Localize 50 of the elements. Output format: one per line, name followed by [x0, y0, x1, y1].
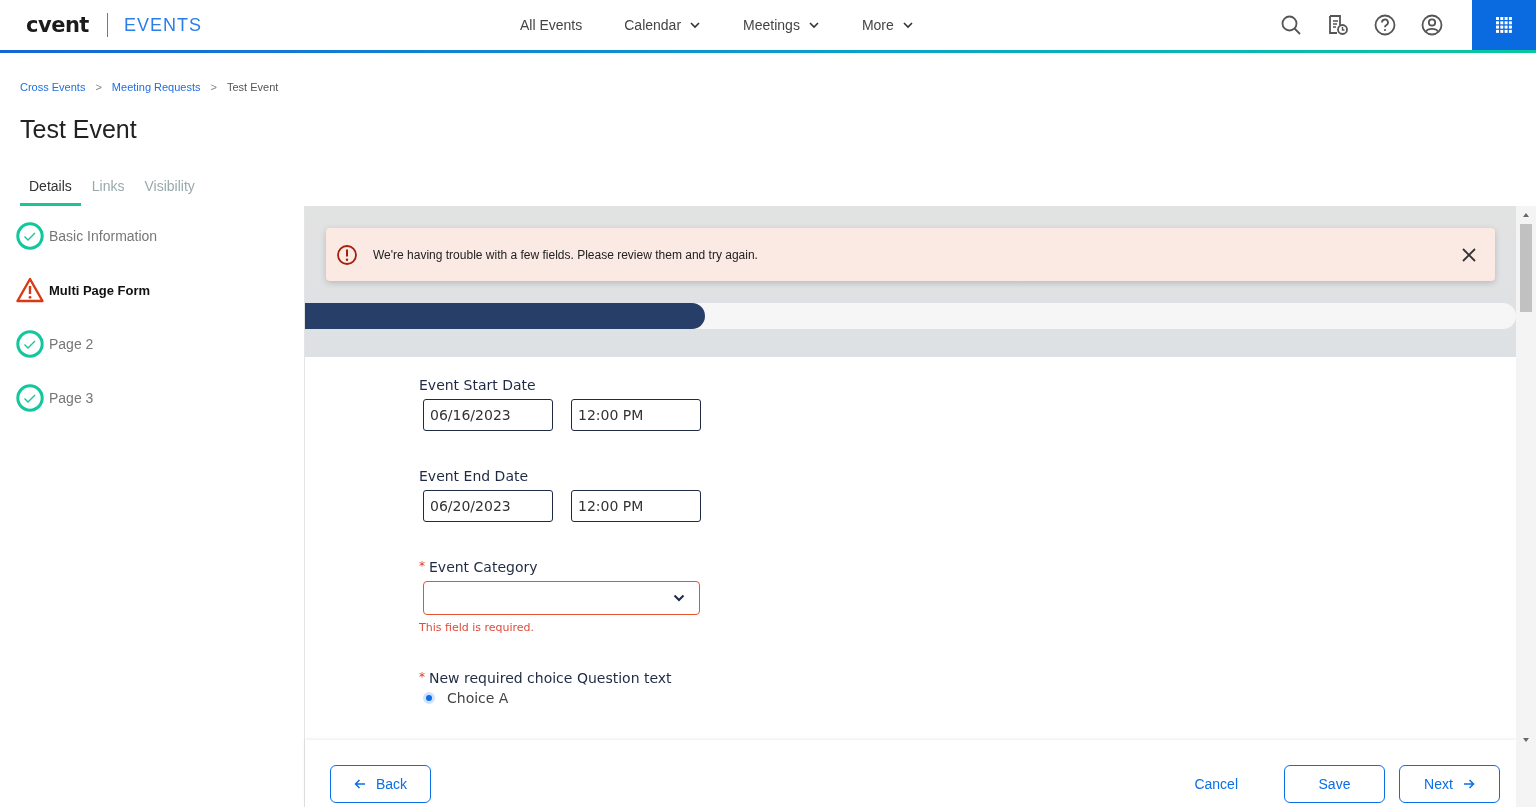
step-link[interactable]: Page 2 [49, 336, 94, 352]
time-input[interactable]: 12:00 PM [571, 399, 701, 431]
cancel-button[interactable]: Cancel [1188, 774, 1244, 793]
tab[interactable]: Details [20, 174, 81, 206]
breadcrumb-separator: > [95, 81, 102, 93]
step-link[interactable]: Basic Information [49, 228, 158, 244]
step-link[interactable]: Multi Page Form [49, 282, 151, 298]
breadcrumb-current: Test Event [226, 81, 279, 93]
field-label: Event Start Date [419, 377, 536, 393]
option-label: Choice A [447, 690, 509, 706]
search-icon[interactable] [1280, 14, 1302, 36]
scrollbar-thumb[interactable] [1520, 224, 1532, 312]
step-link[interactable]: Page 3 [49, 390, 94, 406]
nav-link[interactable]: Meetings [743, 17, 820, 33]
save-button[interactable]: Save [1284, 764, 1385, 803]
scroll-down-icon[interactable] [1522, 737, 1530, 743]
scroll-up-icon[interactable] [1522, 212, 1530, 218]
nav-link[interactable]: All Events [520, 17, 583, 33]
time-input[interactable]: 12:00 PM [571, 490, 701, 522]
breadcrumb-separator: > [210, 81, 217, 93]
next-button[interactable]: Next [1399, 764, 1500, 803]
logo[interactable]: cvent [26, 13, 108, 37]
user-icon[interactable] [1421, 14, 1443, 36]
page-title: Test Event [20, 114, 138, 144]
radio-button[interactable] [423, 692, 435, 704]
date-input[interactable]: 06/20/2023 [423, 490, 553, 522]
grid-icon [1496, 17, 1512, 33]
alert-message: We're having trouble with a few fields. Please review them and try again. [373, 247, 759, 262]
field-label: New required choice Question text [429, 670, 672, 686]
arrow-right-icon [1462, 777, 1475, 790]
close-icon[interactable] [1461, 246, 1477, 263]
breadcrumb-link[interactable]: Cross Events [20, 81, 86, 93]
arrow-left-icon [353, 777, 366, 790]
chevron-down-icon [673, 594, 685, 602]
help-icon[interactable] [1374, 14, 1396, 36]
back-button[interactable]: Back [330, 764, 431, 803]
category-dropdown[interactable] [423, 581, 700, 615]
app-grid-button[interactable] [1472, 0, 1536, 50]
error-message: This field is required. [419, 621, 536, 634]
error-icon [336, 243, 358, 266]
required-mark: * [419, 670, 425, 686]
document-clock-icon[interactable] [1327, 14, 1349, 36]
date-input[interactable]: 06/16/2023 [423, 399, 553, 431]
field-label: Event Category [429, 559, 538, 575]
required-mark: * [419, 559, 425, 575]
breadcrumb-link[interactable]: Meeting Requests [111, 81, 201, 93]
nav-link[interactable]: Calendar [624, 17, 702, 33]
product-name: EVENTS [122, 14, 202, 36]
field-label: Event End Date [419, 468, 529, 484]
nav-link[interactable]: More [861, 17, 914, 33]
